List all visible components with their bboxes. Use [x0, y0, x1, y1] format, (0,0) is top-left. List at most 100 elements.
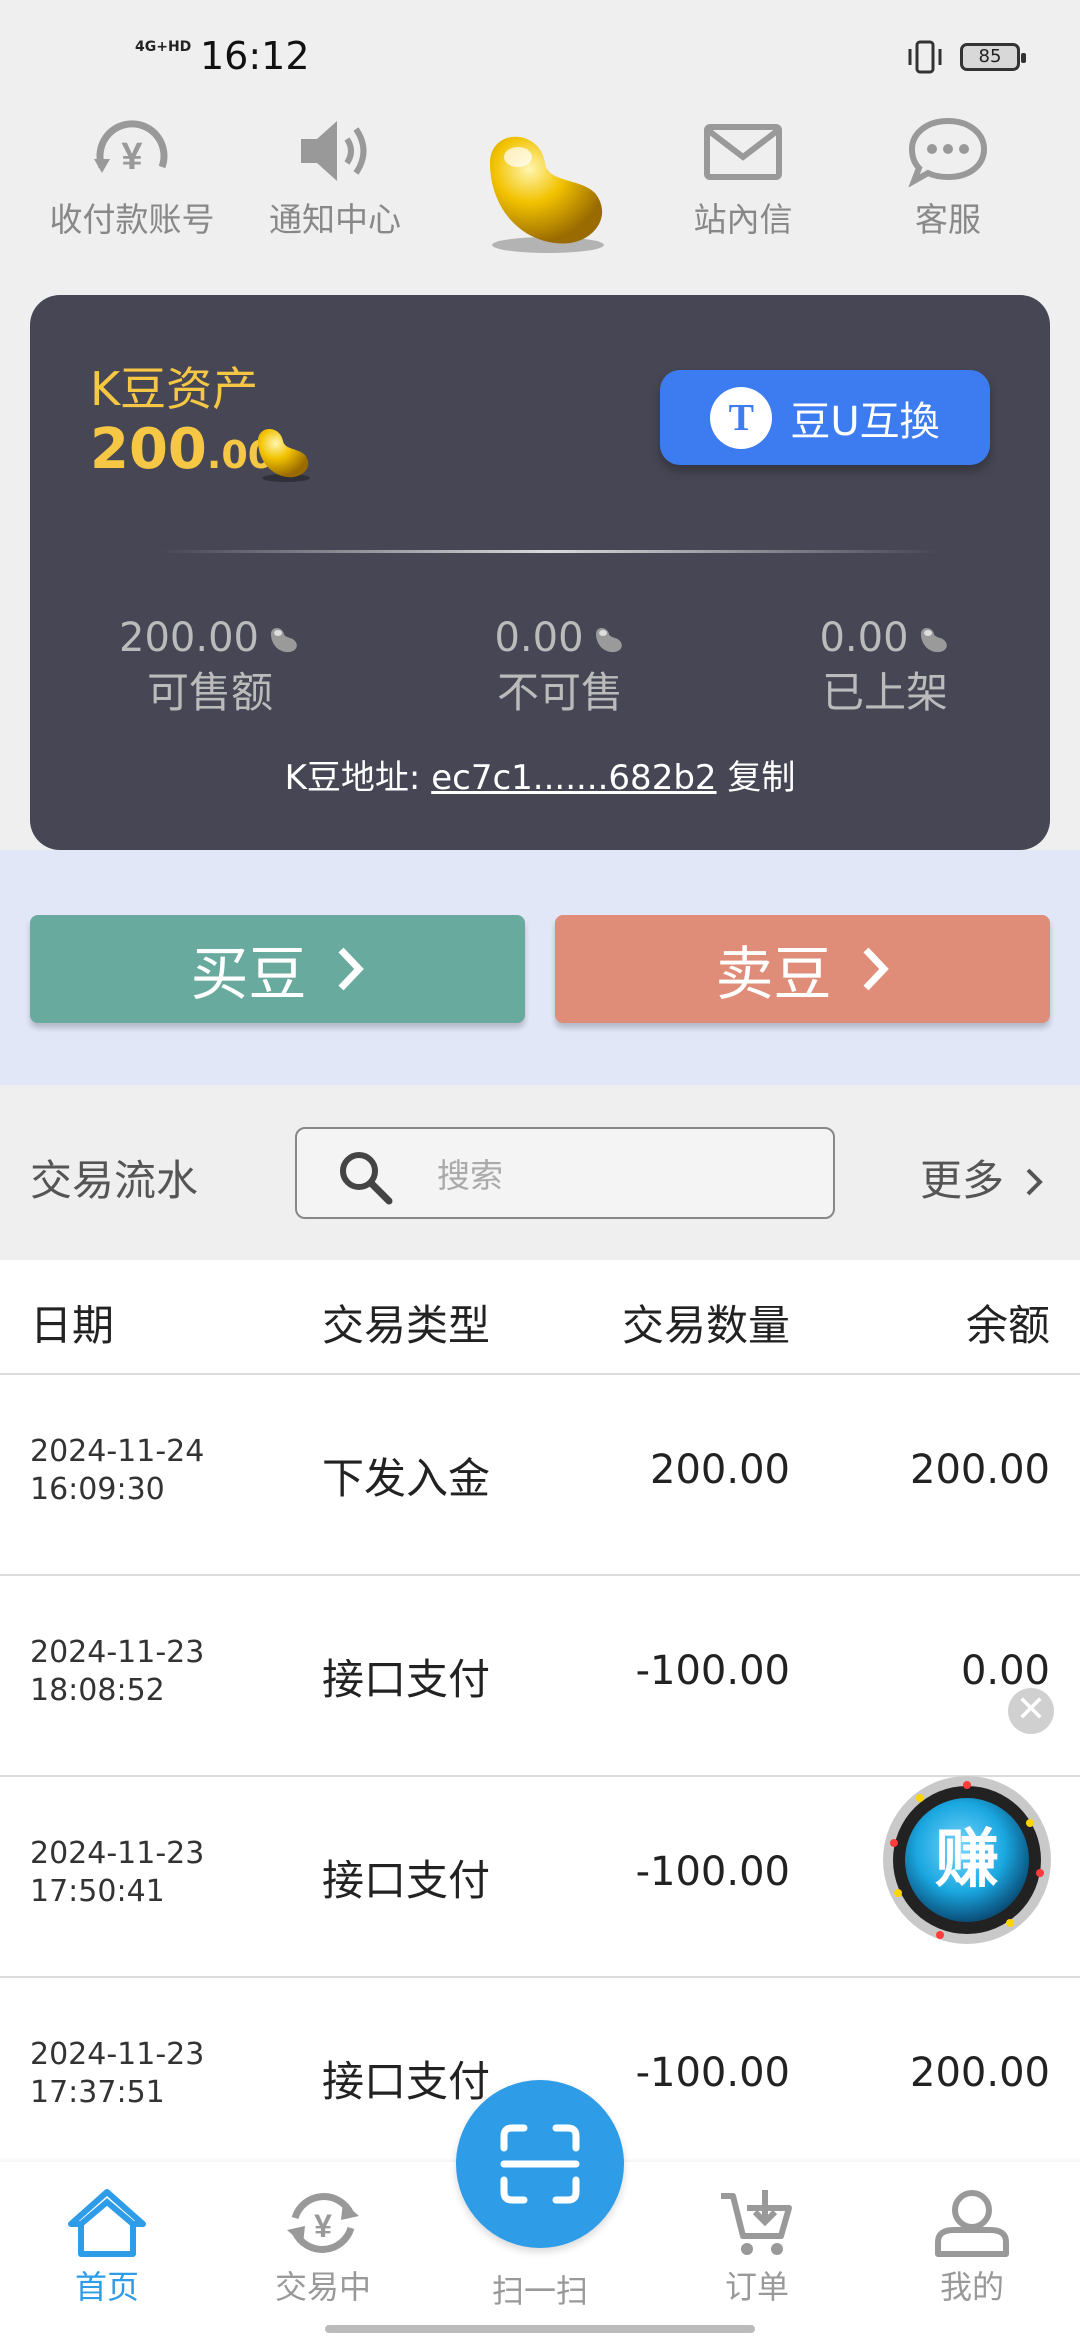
top-icon-row: ¥ 收付款账号 通知中心 站內信 客服 [0, 115, 1080, 265]
row-datetime: 2024-11-23 17:37:51 [30, 2037, 205, 2110]
chat-icon [908, 117, 988, 187]
tether-icon: T [710, 386, 773, 449]
table-row[interactable]: 2024-11-24 16:09:30 下发入金 200.00 200.00 [0, 1375, 1080, 1576]
nav-home-label: 首页 [74, 2268, 139, 2306]
stat-sellable-value: 200.00 [119, 615, 259, 661]
nav-home[interactable]: 首页 [7, 2188, 207, 2308]
sell-bean-label: 卖豆 [715, 940, 832, 1008]
grey-bean-icon [920, 628, 947, 653]
scan-icon [500, 2124, 580, 2204]
bean-address-row: K豆地址: ec7c1.......682b2 复制 [30, 750, 1050, 799]
copy-address-button[interactable]: 复制 [727, 758, 795, 798]
floating-close-button[interactable]: ✕ [1008, 1688, 1054, 1734]
buy-bean-button[interactable]: 买豆 [30, 915, 525, 1023]
row-balance: 0.00 [960, 1648, 1050, 1694]
yen-refresh-icon: ¥ [94, 120, 168, 178]
stat-unsellable: 0.00 不可售 [430, 615, 690, 720]
grey-bean-icon [595, 628, 622, 653]
col-balance: 余额 [965, 1301, 1050, 1350]
row-amount: -100.00 [635, 1648, 790, 1694]
home-icon [68, 2189, 146, 2257]
asset-amount: 200.00 [90, 417, 274, 482]
row-amount: -100.00 [635, 1849, 790, 1895]
row-datetime: 2024-11-23 18:08:52 [30, 1635, 205, 1708]
nav-trading-label: 交易中 [274, 2268, 371, 2306]
svg-text:¥: ¥ [314, 2208, 332, 2244]
transactions-header: 交易流水 更多 [0, 1085, 1080, 1260]
nav-mine-label: 我的 [939, 2268, 1004, 2306]
stat-listed-label: 已上架 [821, 668, 948, 717]
chevron-right-icon [1026, 1168, 1044, 1196]
col-amount: 交易数量 [621, 1301, 790, 1350]
customer-service-button[interactable]: 客服 [848, 115, 1048, 241]
transactions-table: 日期 交易类型 交易数量 余额 2024-11-24 16:09:30 下发入金 … [0, 1260, 1080, 2179]
mail-icon [704, 124, 782, 180]
inbox-label: 站內信 [693, 200, 793, 239]
status-bar: 4G+HD 16:12 85 [0, 0, 1080, 110]
search-input[interactable] [437, 1147, 817, 1203]
row-type: 接口支付 [322, 2057, 491, 2106]
nav-mine[interactable]: 我的 [872, 2188, 1072, 2308]
row-type: 下发入金 [322, 1454, 491, 1503]
scan-label: 扫一扫 [491, 2272, 588, 2310]
payment-accounts-button[interactable]: ¥ 收付款账号 [32, 115, 232, 241]
home-indicator [325, 2325, 755, 2333]
user-icon [935, 2190, 1009, 2257]
status-time: 16:12 [200, 34, 310, 78]
chevron-right-icon [337, 947, 364, 991]
notification-center-button[interactable]: 通知中心 [235, 115, 435, 241]
nav-trading[interactable]: ¥ 交易中 [223, 2188, 423, 2308]
scan-button[interactable] [456, 2080, 624, 2248]
asset-amount-integer: 200 [90, 417, 207, 482]
table-row[interactable]: 2024-11-23 18:08:52 接口支付 -100.00 0.00 [0, 1576, 1080, 1777]
row-type: 接口支付 [322, 1655, 491, 1704]
row-balance: 200.00 [910, 2050, 1050, 2096]
row-datetime: 2024-11-23 17:50:41 [30, 1836, 205, 1909]
battery-icon: 85 [960, 43, 1026, 71]
earn-floating-button[interactable]: 赚 [880, 1773, 1055, 1948]
row-datetime: 2024-11-24 16:09:30 [30, 1434, 205, 1507]
stat-listed: 0.00 已上架 [755, 615, 1015, 720]
svg-text:¥: ¥ [121, 136, 142, 178]
stat-sellable: 200.00 可售额 [80, 615, 340, 720]
grey-bean-icon [270, 628, 297, 653]
address-value[interactable]: ec7c1.......682b2 [431, 758, 716, 798]
nav-orders[interactable]: 订单 [657, 2188, 857, 2308]
card-divider [160, 550, 940, 553]
asset-title: K豆资产 [90, 362, 259, 416]
transactions-title: 交易流水 [30, 1156, 199, 1205]
bean-usdt-swap-button[interactable]: T 豆U互換 [660, 370, 990, 465]
more-label: 更多 [920, 1156, 1005, 1205]
buy-bean-label: 买豆 [190, 940, 307, 1008]
network-indicator: 4G+HD [135, 39, 192, 55]
more-link[interactable]: 更多 [920, 1147, 1044, 1208]
buy-sell-band: 买豆 卖豆 [0, 850, 1080, 1085]
inbox-button[interactable]: 站內信 [643, 115, 843, 241]
stat-unsellable-value: 0.00 [494, 615, 584, 661]
col-date: 日期 [30, 1301, 115, 1350]
stat-sellable-label: 可售额 [146, 668, 273, 717]
payment-accounts-label: 收付款账号 [49, 200, 215, 239]
table-header: 日期 交易类型 交易数量 余额 [0, 1260, 1080, 1375]
gold-bean-icon [258, 429, 310, 482]
sell-bean-button[interactable]: 卖豆 [555, 915, 1050, 1023]
speaker-icon [301, 121, 367, 181]
chevron-right-icon [862, 947, 889, 991]
col-type: 交易类型 [322, 1301, 491, 1350]
stat-listed-value: 0.00 [819, 615, 909, 661]
address-label: K豆地址: [284, 758, 421, 798]
search-icon [340, 1152, 393, 1205]
row-type: 接口支付 [322, 1856, 491, 1905]
customer-service-label: 客服 [915, 200, 981, 239]
nav-orders-label: 订单 [724, 2268, 789, 2306]
notification-center-label: 通知中心 [269, 200, 401, 239]
asset-card: K豆资产 200.00 T 豆U互換 200.00 可售额 0.00 不可售 0… [30, 295, 1050, 850]
cart-icon [721, 2190, 792, 2255]
gold-bean-logo [490, 136, 604, 253]
search-box[interactable] [295, 1127, 835, 1219]
vibrate-icon [908, 40, 942, 74]
row-balance: 200.00 [910, 1447, 1050, 1493]
row-amount: -100.00 [635, 2050, 790, 2096]
swap-label: 豆U互換 [790, 398, 940, 445]
yen-cycle-icon: ¥ [287, 2193, 359, 2253]
